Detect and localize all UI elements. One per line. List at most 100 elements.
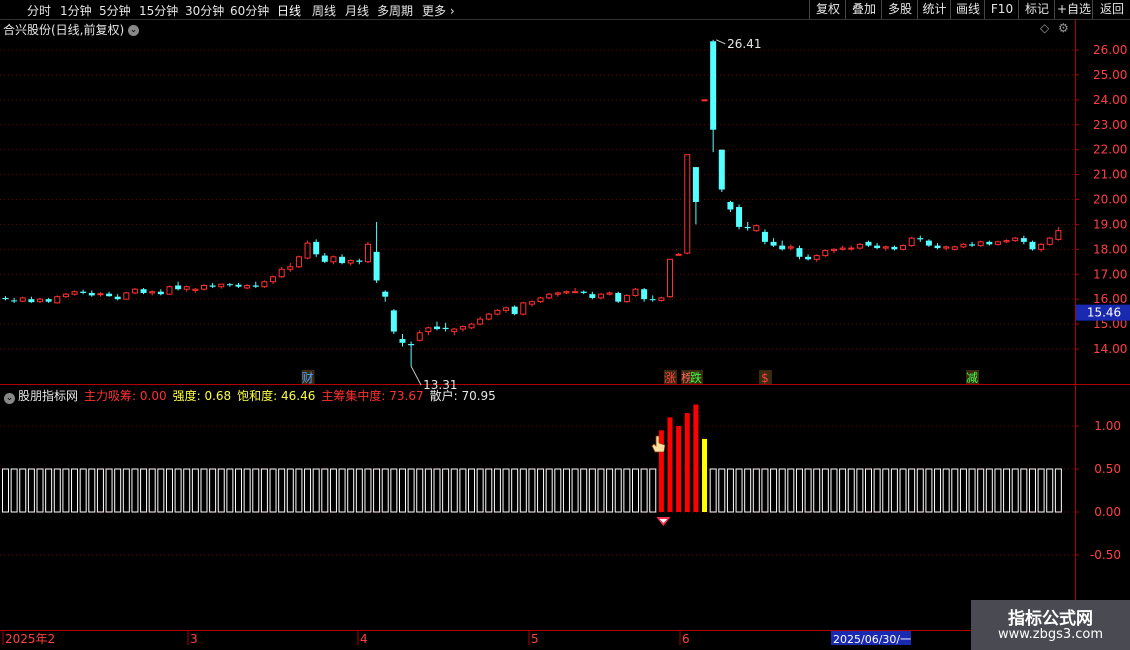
candle-body xyxy=(917,238,924,240)
candle-body xyxy=(442,327,449,330)
indicator-bar xyxy=(718,468,726,513)
indicator-bar xyxy=(856,468,864,513)
candle-body xyxy=(632,288,639,296)
indicator-bar xyxy=(71,468,79,513)
indicator-value-0: 主力吸筹: 0.00 xyxy=(84,389,167,403)
indicator-name: 股朋指标网 xyxy=(18,389,79,403)
indicator-bar xyxy=(994,468,1002,513)
candle-body xyxy=(882,246,889,249)
indicator-bar xyxy=(528,468,536,513)
indicator-bar xyxy=(571,468,579,513)
indicator-bar xyxy=(709,468,717,513)
indicator-bar xyxy=(959,468,967,513)
indicator-bar xyxy=(217,468,225,513)
candle-body xyxy=(287,266,294,270)
indicator-bar xyxy=(235,468,243,513)
candle-body xyxy=(1003,240,1010,243)
indicator-bar xyxy=(243,468,251,513)
candle-body xyxy=(468,323,475,329)
candle-body xyxy=(589,294,596,298)
indicator-bar xyxy=(934,468,942,513)
candle-body xyxy=(477,318,484,325)
indicator-bar xyxy=(105,468,113,513)
candle-body xyxy=(623,294,630,303)
indicator-value-1: 强度: 0.68 xyxy=(172,389,232,403)
indicator-bar xyxy=(114,468,122,513)
indicator-bar xyxy=(191,468,199,513)
candle-body xyxy=(649,299,656,301)
indicator-bar xyxy=(286,468,294,513)
candle-body xyxy=(339,256,346,264)
indicator-bar xyxy=(761,468,769,513)
indicator-bar xyxy=(951,468,959,513)
event-marker: 财 xyxy=(302,371,314,385)
candle-body xyxy=(356,260,363,262)
candle-body xyxy=(615,292,622,302)
candle-body xyxy=(390,310,397,332)
indicator-bar xyxy=(735,468,743,513)
candle-body xyxy=(373,251,380,281)
candle-body xyxy=(994,241,1001,245)
event-marker: 涨 xyxy=(664,370,676,385)
indicator-bar xyxy=(329,468,337,513)
indicator-bar xyxy=(693,404,699,512)
chevron-down-icon[interactable]: ⌄ xyxy=(4,393,15,404)
x-axis-label: 4 xyxy=(360,632,368,646)
indicator-bar xyxy=(968,468,976,513)
x-axis-label: 5 xyxy=(531,632,539,646)
candle-body xyxy=(511,306,518,315)
candle-body xyxy=(80,291,87,293)
candle-body xyxy=(641,289,648,300)
indicator-bar xyxy=(631,468,639,513)
candle-body xyxy=(528,301,535,305)
candle-body xyxy=(45,299,52,302)
indicator-bar xyxy=(942,468,950,513)
indicator-bar xyxy=(10,468,18,513)
candle-body xyxy=(2,297,9,300)
indicator-bar xyxy=(278,468,286,513)
candle-body xyxy=(874,245,881,249)
indicator-bar xyxy=(865,468,872,513)
candle-body xyxy=(787,246,794,249)
indicator-bar xyxy=(53,468,61,513)
indicator-bar xyxy=(148,468,156,513)
candle-body xyxy=(520,302,527,315)
candle-body xyxy=(805,256,812,260)
indicator-bar xyxy=(580,468,588,513)
candle-body xyxy=(667,258,674,298)
indicator-bar xyxy=(1054,468,1062,513)
indicator-bar xyxy=(493,468,501,513)
candle-body xyxy=(347,260,354,264)
candle-body xyxy=(779,245,786,250)
candle-body xyxy=(675,253,682,256)
candle-body xyxy=(839,247,846,250)
candle-body xyxy=(951,246,958,250)
candle-body xyxy=(192,288,199,291)
candle-body xyxy=(425,327,432,333)
indicator-bar xyxy=(269,468,277,513)
candle-body xyxy=(943,246,950,249)
y-tick-label: 20.00 xyxy=(1093,193,1127,207)
indicator-bar xyxy=(1028,468,1036,513)
indicator-bar xyxy=(985,468,993,513)
indicator-bar xyxy=(338,468,346,513)
indicator-bar xyxy=(407,468,415,513)
indicator-bar xyxy=(304,468,312,513)
indicator-bar xyxy=(468,468,476,513)
indicator-bar xyxy=(2,468,9,513)
candle-body xyxy=(856,243,863,249)
ind-y-tick-label: 1.00 xyxy=(1094,419,1121,433)
indicator-bar xyxy=(36,468,44,513)
candle-body xyxy=(166,286,173,295)
indicator-bar xyxy=(821,468,829,513)
indicator-bar xyxy=(977,468,985,513)
candle-body xyxy=(718,149,725,190)
indicator-bar xyxy=(787,468,795,513)
current-price-label: 15.46 xyxy=(1087,306,1121,320)
indicator-bar xyxy=(588,468,596,513)
candle-body xyxy=(261,281,268,288)
candle-body xyxy=(692,167,699,202)
indicator-value-3: 主筹集中度: 73.67 xyxy=(321,389,424,403)
candle-body xyxy=(295,256,302,268)
indicator-bar xyxy=(873,468,881,513)
